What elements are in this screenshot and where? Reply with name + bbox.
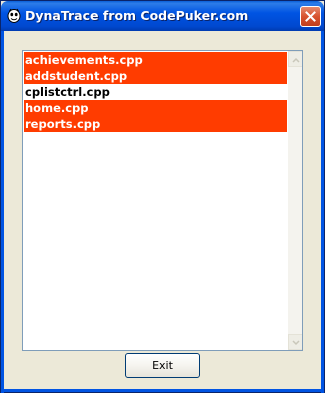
- title-bar[interactable]: DynaTrace from CodePuker.com: [1, 1, 324, 31]
- window-frame-right: [321, 31, 324, 393]
- window-frame-bottom: [1, 389, 324, 392]
- list-item[interactable]: reports.cpp: [24, 116, 287, 132]
- vertical-scrollbar[interactable]: [288, 51, 302, 350]
- list-item[interactable]: addstudent.cpp: [24, 68, 287, 84]
- window-frame-left: [1, 31, 4, 393]
- close-button[interactable]: [300, 6, 321, 27]
- list-item[interactable]: home.cpp: [24, 100, 287, 116]
- exit-button[interactable]: Exit: [125, 353, 200, 378]
- scroll-down-button[interactable]: [288, 333, 302, 350]
- scroll-up-button[interactable]: [288, 51, 302, 68]
- chevron-up-icon: [291, 51, 300, 68]
- app-icon[interactable]: [7, 8, 21, 23]
- list-item[interactable]: cplistctrl.cpp: [24, 84, 287, 100]
- main-window: DynaTrace from CodePuker.com achievement…: [0, 0, 325, 393]
- file-listbox[interactable]: achievements.cpp addstudent.cpp cplistct…: [22, 50, 303, 351]
- chevron-down-icon: [291, 333, 300, 350]
- window-title: DynaTrace from CodePuker.com: [25, 8, 249, 23]
- close-icon: [305, 11, 316, 22]
- list-item[interactable]: achievements.cpp: [24, 52, 287, 68]
